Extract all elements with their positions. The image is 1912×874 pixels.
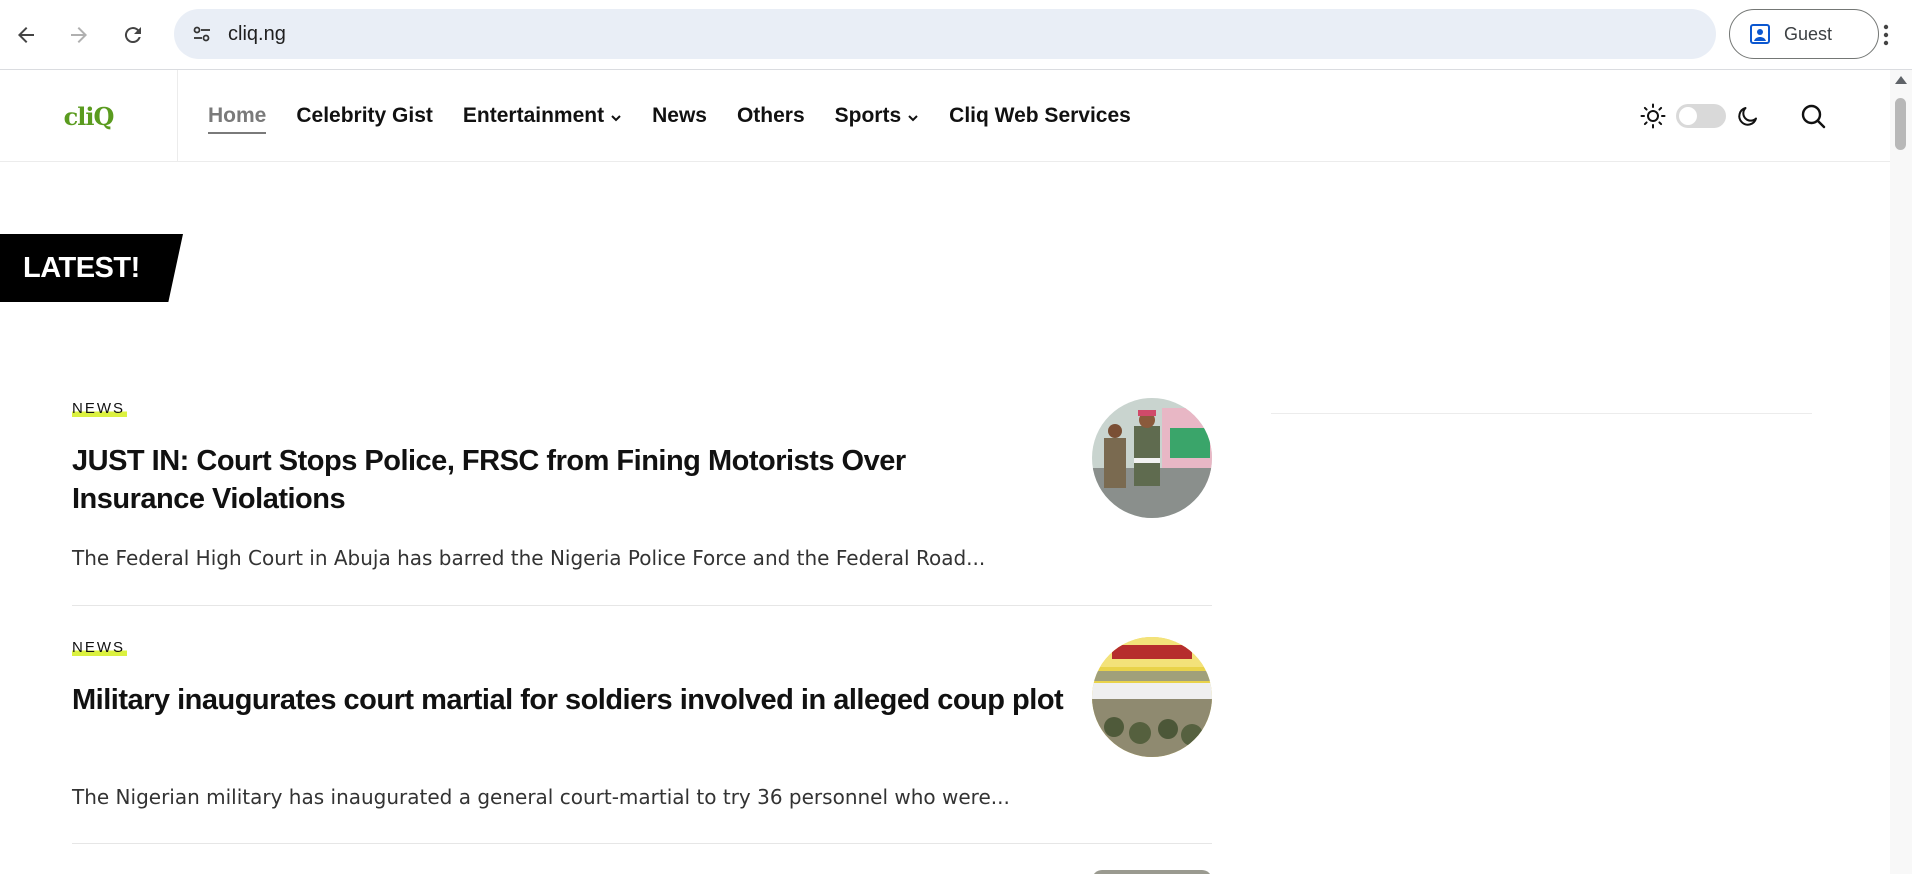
profile-button[interactable]: Guest [1729, 9, 1879, 59]
article-excerpt: The Federal High Court in Abuja has barr… [72, 546, 986, 570]
article-thumbnail[interactable] [1092, 398, 1212, 518]
article-headline[interactable]: JUST IN: Court Stops Police, FRSC from F… [72, 442, 1022, 518]
logo-text: cliQ [63, 101, 115, 131]
header-tools [1640, 70, 1826, 162]
scroll-thumb[interactable] [1895, 98, 1906, 150]
address-bar[interactable]: cliq.ng [174, 9, 1716, 59]
article-category[interactable]: NEWS [72, 639, 127, 656]
sidebar-divider [1271, 413, 1812, 414]
nav-item-cliq-web-services[interactable]: Cliq Web Services [949, 104, 1131, 128]
article-thumbnail-image [1092, 398, 1212, 518]
nav-label: Entertainment [462, 104, 605, 127]
site-logo[interactable]: cliQ [0, 70, 178, 162]
profile-label: Guest [1784, 23, 1833, 44]
forward-arrow-icon [71, 27, 87, 43]
url-text: cliq.ng [228, 23, 286, 45]
browser-toolbar: cliq.ng Guest [0, 0, 1912, 70]
nav-label: Others [736, 104, 805, 127]
article-card: NEWS JUST IN: Court Stops Police, FRSC f… [72, 398, 1212, 606]
nav-item-home[interactable]: Home [208, 104, 267, 134]
more-vert-icon [1883, 24, 1889, 46]
article-category[interactable]: NEWS [72, 400, 127, 417]
nav-label: News [652, 104, 707, 127]
article-thumbnail[interactable] [1092, 637, 1212, 757]
forward-button[interactable] [59, 15, 99, 55]
reload-icon [124, 27, 141, 44]
article-card: NEWS Military inaugurates court martial … [72, 637, 1212, 844]
article-thumbnail[interactable] [1092, 870, 1212, 874]
page-scrollbar[interactable] [1890, 70, 1912, 874]
nav-item-sports[interactable]: Sports [835, 104, 920, 128]
back-button[interactable] [6, 15, 46, 55]
site-info-icon[interactable] [186, 18, 218, 50]
search-icon[interactable] [1800, 103, 1826, 129]
back-arrow-icon [18, 27, 34, 43]
nav-label: Cliq Web Services [949, 104, 1131, 127]
moon-icon[interactable] [1736, 104, 1760, 128]
nav-item-others[interactable]: Others [737, 104, 805, 128]
latest-badge-label: LATEST! [23, 251, 140, 284]
profile-icon [1750, 24, 1770, 44]
main-navigation: Home Celebrity Gist Entertainment News O… [208, 70, 1131, 162]
nav-item-entertainment[interactable]: Entertainment [463, 104, 622, 128]
site-header: cliQ Home Celebrity Gist Entertainment N… [0, 70, 1890, 162]
latest-section-badge: LATEST! [0, 234, 183, 302]
toggle-knob [1679, 107, 1697, 125]
nav-label: Sports [834, 104, 902, 127]
nav-label: Celebrity Gist [296, 104, 433, 127]
sun-icon[interactable] [1640, 103, 1666, 129]
article-thumbnail-image [1092, 637, 1212, 757]
chevron-down-icon [611, 115, 621, 122]
scroll-up-arrow-icon[interactable] [1895, 76, 1907, 84]
nav-item-news[interactable]: News [652, 104, 707, 128]
dark-mode-toggle[interactable] [1676, 104, 1726, 128]
browser-menu-button[interactable] [1866, 15, 1906, 55]
article-headline[interactable]: Military inaugurates court martial for s… [72, 681, 1072, 719]
article-excerpt: The Nigerian military has inaugurated a … [72, 785, 1010, 809]
chevron-down-icon [908, 115, 918, 122]
reload-button[interactable] [113, 15, 153, 55]
nav-item-celebrity-gist[interactable]: Celebrity Gist [296, 104, 433, 128]
nav-label: Home [208, 104, 267, 127]
